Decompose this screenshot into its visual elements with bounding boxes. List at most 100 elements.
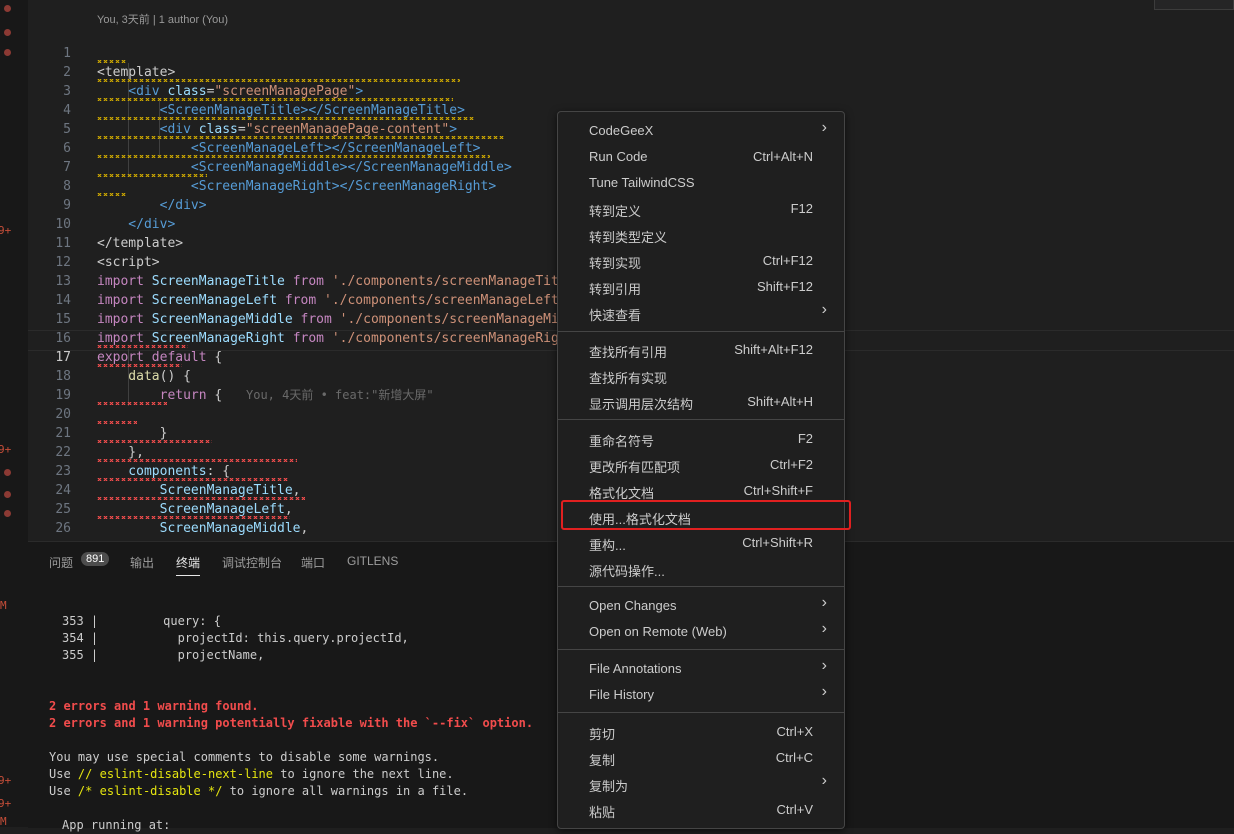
menu-item-refactor[interactable]: 重构... Ctrl+Shift+R xyxy=(559,530,843,556)
menu-item-find-all-implementations[interactable]: 查找所有实现 xyxy=(559,363,843,389)
code-text: import ScreenManageMiddle from './compon… xyxy=(97,312,567,327)
gutter-badge: 9+ xyxy=(0,443,12,456)
menu-item-label: 更改所有匹配项 xyxy=(589,460,681,475)
menu-item-label: 转到引用 xyxy=(589,282,642,297)
tab-debug-console[interactable]: 调试控制台 xyxy=(222,554,282,571)
chevron-right-icon: › xyxy=(821,657,827,674)
code-line[interactable]: 11 <script> xyxy=(28,215,159,270)
menu-item-label: 转到类型定义 xyxy=(589,230,668,245)
menu-item-go-to-implementation[interactable]: 转到实现 Ctrl+F12 xyxy=(559,248,843,274)
code-line[interactable]: 4 <div class="screenManagePage-content"> xyxy=(28,82,457,137)
menu-separator xyxy=(558,712,844,713)
code-line[interactable]: 25 ScreenManageMiddle, xyxy=(28,481,308,536)
code-text: <div class="screenManagePage-content"> xyxy=(97,122,458,137)
menu-item-copy[interactable]: 复制 Ctrl+C xyxy=(559,745,843,771)
menu-item-shortcut: Ctrl+Shift+R xyxy=(742,535,813,550)
code-line[interactable]: 20 } xyxy=(28,386,167,441)
tab-terminal[interactable]: 终端 xyxy=(176,554,201,576)
menu-item-find-all-references[interactable]: 查找所有引用 Shift+Alt+F12 xyxy=(559,337,843,363)
menu-separator xyxy=(558,586,844,587)
terminal-line: App running at: xyxy=(62,818,171,832)
menu-separator xyxy=(558,331,844,332)
menu-item-open-changes[interactable]: Open Changes › xyxy=(559,593,843,619)
gutter-badge: M xyxy=(0,815,7,828)
code-line[interactable]: 2 <div class="screenManagePage"> xyxy=(28,44,363,99)
menu-item-go-to-type-definition[interactable]: 转到类型定义 xyxy=(559,222,843,248)
menu-item-go-to-definition[interactable]: 转到定义 F12 xyxy=(559,196,843,222)
code-line[interactable]: 10 </template> xyxy=(28,196,183,251)
tab-ports[interactable]: 端口 xyxy=(301,554,325,571)
code-line[interactable]: 18 return { xyxy=(28,348,222,403)
menu-item-change-all-occurrences[interactable]: 更改所有匹配项 Ctrl+F2 xyxy=(559,452,843,478)
menu-item-shortcut: F2 xyxy=(797,431,813,446)
terminal-highlight: /* eslint-disable */ xyxy=(77,784,223,798)
change-dot xyxy=(4,29,11,36)
code-line[interactable]: 12 import ScreenManageTitle from './comp… xyxy=(28,234,574,289)
code-line[interactable]: 21 }, xyxy=(28,405,144,460)
tab-gitlens[interactable]: GITLENS xyxy=(347,554,398,568)
code-text: data() { xyxy=(97,369,191,384)
menu-item-copy-as[interactable]: 复制为 › xyxy=(559,771,843,797)
menu-item-cut[interactable]: 剪切 Ctrl+X xyxy=(559,719,843,745)
menu-item-label: Run Code xyxy=(589,149,648,164)
code-line[interactable]: 19 xyxy=(28,367,71,403)
code-line[interactable]: 6 <ScreenManageMiddle></ScreenManageMidd… xyxy=(28,120,512,175)
gutter-badge: M xyxy=(0,599,7,612)
menu-item-source-action[interactable]: 源代码操作... xyxy=(559,556,843,582)
code-line[interactable]: 23 ScreenManageTitle, xyxy=(28,443,300,498)
code-line[interactable]: 27 xyxy=(28,519,71,541)
menu-item-tune-tailwind[interactable]: Tune TailwindCSS xyxy=(559,170,843,196)
menu-item-rename-symbol[interactable]: 重命名符号 F2 xyxy=(559,426,843,452)
code-line[interactable]: 3 <ScreenManageTitle></ScreenManageTitle… xyxy=(28,63,465,118)
minimap-slider[interactable] xyxy=(1154,0,1234,10)
code-text: <ScreenManageRight></ScreenManageRight> xyxy=(97,179,497,194)
code-line[interactable]: 8 </div> xyxy=(28,158,206,213)
menu-item-show-call-hierarchy[interactable]: 显示调用层次结构 Shift+Alt+H xyxy=(559,389,843,415)
code-line[interactable]: 9 </div> xyxy=(28,177,175,232)
code-line[interactable]: 15 import ScreenManageRight from './comp… xyxy=(28,291,566,346)
terminal-text: to ignore the next line. xyxy=(280,767,454,781)
menu-item-codegeex[interactable]: CodeGeeX › xyxy=(559,118,843,144)
code-line[interactable]: 1 <template> xyxy=(28,25,175,80)
code-line[interactable]: 13 import ScreenManageLeft from './compo… xyxy=(28,253,566,308)
problem-count-badge: 891 xyxy=(81,552,110,566)
menu-item-label: 查找所有引用 xyxy=(589,345,668,360)
menu-item-paste[interactable]: 粘贴 Ctrl+V xyxy=(559,797,843,823)
highlight-box xyxy=(561,500,851,530)
code-line[interactable]: 14 import ScreenManageMiddle from './com… xyxy=(28,272,566,327)
code-line[interactable]: 26 ScreenManageRight xyxy=(28,500,292,541)
code-line[interactable]: 22 components: { xyxy=(28,424,230,479)
code-line[interactable]: 5 <ScreenManageLeft></ScreenManageLeft> xyxy=(28,101,480,156)
menu-item-shortcut: Ctrl+Shift+F xyxy=(743,483,813,498)
tab-output[interactable]: 输出 xyxy=(130,554,154,571)
terminal-error-line: 2 errors and 1 warning found. xyxy=(49,699,259,713)
menu-item-label: 剪切 xyxy=(589,727,616,742)
code-text: return { xyxy=(97,388,223,403)
menu-item-file-history[interactable]: File History › xyxy=(559,682,843,708)
codelens-authors[interactable]: You, 3天前 | 1 author (You) xyxy=(97,11,228,27)
menu-item-shortcut: Ctrl+F2 xyxy=(770,457,813,472)
code-line[interactable]: 7 <ScreenManageRight></ScreenManageRight… xyxy=(28,139,496,194)
gutter-badge: 9+ xyxy=(0,797,12,810)
menu-item-label: 显示调用层次结构 xyxy=(589,397,694,412)
code-text: <ScreenManageTitle></ScreenManageTitle> xyxy=(97,103,465,118)
menu-item-peek[interactable]: 快速查看 › xyxy=(559,300,843,326)
code-text: } xyxy=(97,426,168,441)
tab-problems[interactable]: 问题 xyxy=(49,554,73,571)
menu-item-file-annotations[interactable]: File Annotations › xyxy=(559,656,843,682)
code-line[interactable]: 17 data() { You, 4天前 • feat:"新增大屏" xyxy=(28,329,433,402)
code-line[interactable]: 24 ScreenManageLeft, xyxy=(28,462,292,517)
code-text: </div> xyxy=(97,217,176,232)
code-text: <div class="screenManagePage"> xyxy=(97,84,364,99)
gutter-badge: 9+ xyxy=(0,224,12,237)
menu-item-run-code[interactable]: Run Code Ctrl+Alt+N xyxy=(559,144,843,170)
code-line[interactable]: 16 export default { xyxy=(28,310,222,365)
code-text: import ScreenManageLeft from './componen… xyxy=(97,293,567,308)
menu-item-shortcut: F12 xyxy=(790,201,813,216)
code-text: ScreenManageLeft, xyxy=(97,502,293,517)
menu-item-go-to-references[interactable]: 转到引用 Shift+F12 xyxy=(559,274,843,300)
menu-item-open-on-remote[interactable]: Open on Remote (Web) › xyxy=(559,619,843,645)
code-text: <script> xyxy=(97,255,160,270)
menu-item-label: CodeGeeX xyxy=(589,123,654,138)
terminal-line: 354 | projectId: this.query.projectId, xyxy=(62,631,409,645)
